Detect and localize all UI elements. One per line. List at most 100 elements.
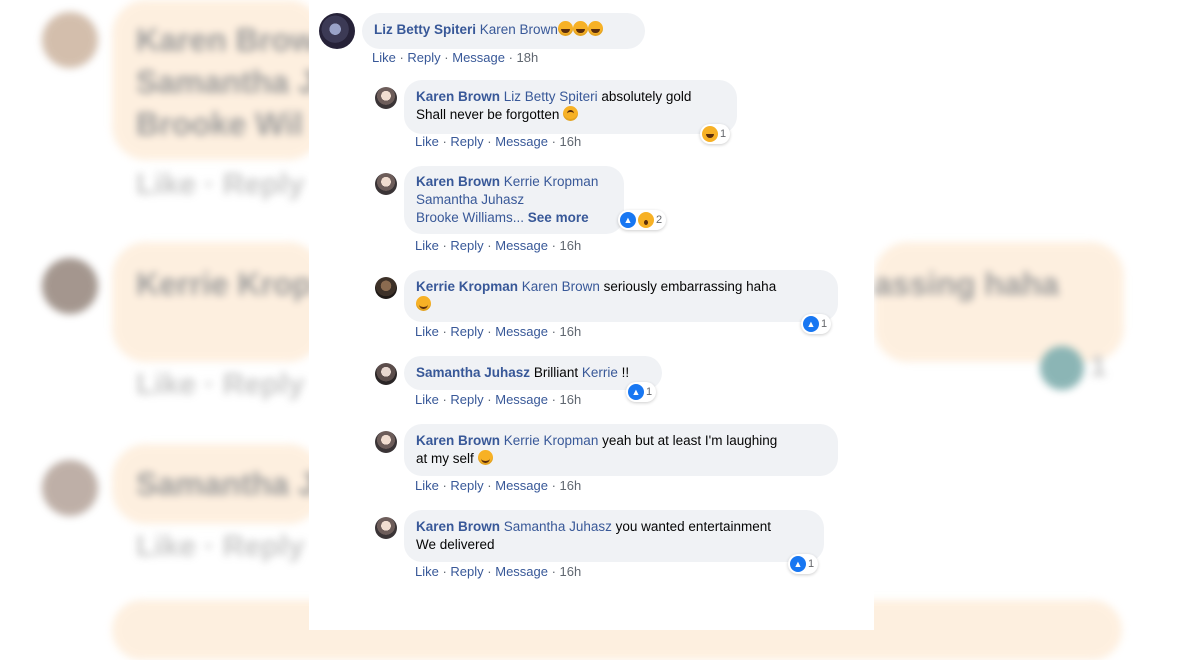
comment-author[interactable]: Liz Betty Spiteri [374, 22, 476, 37]
timestamp[interactable]: 18h [517, 50, 539, 65]
comment-text: seriously embarrassing haha [603, 279, 777, 294]
bg-avatar [42, 460, 98, 516]
avatar[interactable] [375, 87, 397, 109]
comment-mention[interactable]: Kerrie [582, 365, 618, 380]
reply-link[interactable]: Reply [450, 324, 483, 339]
comment-actions: Like · Reply · Message · 16h [415, 324, 582, 339]
comment-mention[interactable]: Brooke Williams... [416, 210, 524, 225]
comment-bubble: Liz Betty Spiteri Karen Brown [362, 13, 645, 49]
comment-actions: Like · Reply · Message · 16h [415, 478, 582, 493]
like-link[interactable]: Like [415, 238, 439, 253]
message-link[interactable]: Message [495, 564, 548, 579]
reply-link[interactable]: Reply [450, 564, 483, 579]
message-link[interactable]: Message [452, 50, 505, 65]
comment-mention[interactable]: Karen Brown [480, 22, 558, 37]
reply-link[interactable]: Reply [407, 50, 440, 65]
reply-link[interactable]: Reply [450, 238, 483, 253]
message-link[interactable]: Message [495, 238, 548, 253]
comment-text: We delivered [416, 537, 495, 552]
timestamp[interactable]: 16h [560, 238, 582, 253]
comment-text: absolutely gold [601, 89, 692, 104]
comment-bubble: Samantha Juhasz Brilliant Kerrie !! [404, 356, 662, 390]
bg-avatar [42, 258, 98, 314]
comment-mention[interactable]: Kerrie Kropman [504, 174, 599, 189]
avatar[interactable] [375, 363, 397, 385]
comment-actions: Like · Reply · Message · 18h [372, 50, 539, 65]
comment-author[interactable]: Kerrie Kropman [416, 279, 518, 294]
comment-text: at my self [416, 451, 474, 466]
like-link[interactable]: Like [415, 478, 439, 493]
like-link[interactable]: Like [415, 134, 439, 149]
bg-meta: Like · Reply [136, 368, 305, 401]
comment-mention[interactable]: Samantha Juhasz [416, 192, 524, 207]
timestamp[interactable]: 16h [560, 134, 582, 149]
like-link[interactable]: Like [415, 392, 439, 407]
upside-down-face-emoji-icon [563, 106, 579, 121]
timestamp[interactable]: 16h [560, 478, 582, 493]
laughing-emoji-icon [557, 21, 573, 36]
comment-author[interactable]: Karen Brown [416, 89, 500, 104]
comment-actions: Like · Reply · Message · 16h [415, 564, 582, 579]
reaction-summary[interactable]: ▲ 2 [618, 210, 667, 230]
bg-like-icon [1040, 346, 1084, 390]
reply-link[interactable]: Reply [450, 392, 483, 407]
avatar[interactable] [375, 431, 397, 453]
reply-link[interactable]: Reply [450, 478, 483, 493]
like-link[interactable]: Like [415, 324, 439, 339]
reply-link[interactable]: Reply [450, 134, 483, 149]
comment-bubble: Karen Brown Kerrie Kropman Samantha Juha… [404, 166, 624, 234]
bg-meta: Like · Reply [136, 168, 305, 201]
avatar[interactable] [375, 277, 397, 299]
bg-text: Kerrie Krop [136, 266, 313, 302]
comment-text: you wanted entertainment [615, 519, 771, 534]
like-reaction-icon: ▲ [620, 212, 636, 228]
comment-bubble: Kerrie Kropman Karen Brown seriously emb… [404, 270, 838, 322]
comment-mention[interactable]: Karen Brown [522, 279, 600, 294]
bg-meta: Like · Reply [136, 530, 305, 563]
like-reaction-icon: ▲ [803, 316, 819, 332]
comment-author[interactable]: Karen Brown [416, 433, 500, 448]
smiling-emoji-icon [416, 296, 431, 311]
haha-reaction-icon [702, 126, 718, 142]
comment-text: !! [621, 365, 630, 380]
timestamp[interactable]: 16h [560, 324, 582, 339]
comment-panel: Liz Betty Spiteri Karen Brown Like · Rep… [309, 0, 874, 630]
like-reaction-icon: ▲ [790, 556, 806, 572]
comment-actions: Like · Reply · Message · 16h [415, 238, 582, 253]
bg-count: 1 [1090, 350, 1107, 383]
like-link[interactable]: Like [372, 50, 396, 65]
comment-bubble: Karen Brown Samantha Juhasz you wanted e… [404, 510, 824, 562]
comment-author[interactable]: Karen Brown [416, 519, 500, 534]
comment-author[interactable]: Samantha Juhasz [416, 365, 530, 380]
laughing-emoji-icon [587, 21, 603, 36]
bg-text: Brooke Wil [136, 106, 303, 142]
like-link[interactable]: Like [415, 564, 439, 579]
comment-mention[interactable]: Kerrie Kropman [504, 433, 599, 448]
bg-text: Samantha J [136, 64, 316, 100]
comment-bubble: Karen Brown Liz Betty Spiteri absolutely… [404, 80, 737, 134]
comment-actions: Like · Reply · Message · 16h [415, 392, 582, 407]
avatar[interactable] [375, 517, 397, 539]
like-reaction-icon: ▲ [628, 384, 644, 400]
message-link[interactable]: Message [495, 324, 548, 339]
message-link[interactable]: Message [495, 478, 548, 493]
message-link[interactable]: Message [495, 392, 548, 407]
avatar[interactable] [319, 13, 355, 49]
laughing-emoji-icon [572, 21, 588, 36]
smiling-emoji-icon [477, 450, 493, 465]
reaction-summary[interactable]: ▲ 1 [626, 382, 657, 402]
comment-text: Shall never be forgotten [416, 107, 560, 122]
comment-actions: Like · Reply · Message · 16h [415, 134, 582, 149]
timestamp[interactable]: 16h [560, 392, 582, 407]
avatar[interactable] [375, 173, 397, 195]
reaction-summary[interactable]: ▲ 1 [788, 554, 819, 574]
comment-bubble: Karen Brown Kerrie Kropman yeah but at l… [404, 424, 838, 476]
comment-mention[interactable]: Samantha Juhasz [504, 519, 612, 534]
timestamp[interactable]: 16h [560, 564, 582, 579]
comment-author[interactable]: Karen Brown [416, 174, 500, 189]
reaction-summary[interactable]: 1 [700, 124, 731, 144]
see-more-link[interactable]: See more [528, 210, 589, 225]
comment-mention[interactable]: Liz Betty Spiteri [504, 89, 598, 104]
reaction-summary[interactable]: ▲ 1 [801, 314, 832, 334]
message-link[interactable]: Message [495, 134, 548, 149]
